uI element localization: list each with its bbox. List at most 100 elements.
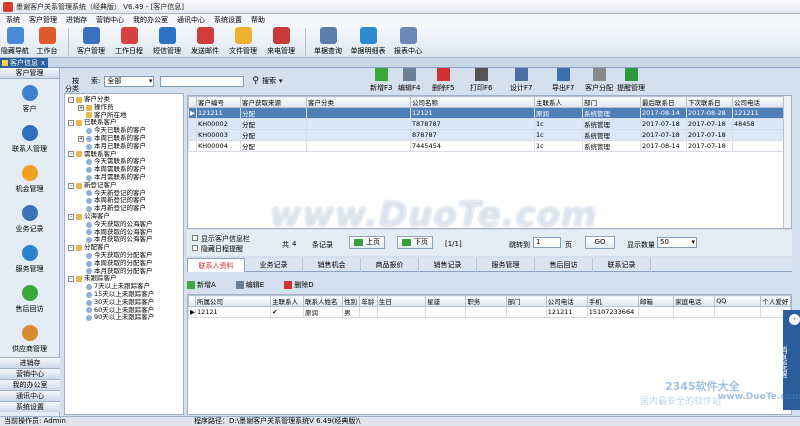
jump-page-input[interactable]: 1	[533, 237, 561, 248]
nav-item-3[interactable]: 业务记录	[0, 199, 59, 239]
search-input[interactable]	[160, 75, 245, 87]
toolbar-button-8[interactable]: 单据查询	[310, 25, 346, 58]
column-header[interactable]: 公司电话	[732, 96, 785, 108]
column-header[interactable]: 年龄	[359, 295, 378, 307]
column-header[interactable]: 最后联系日	[640, 96, 687, 108]
expand-toggle-icon[interactable]: +	[78, 135, 84, 142]
action-button-6[interactable]: 客户分配	[585, 68, 613, 93]
nav-group-0[interactable]: 进销存	[0, 357, 60, 368]
toolbar-button-4[interactable]: 短信管理	[149, 25, 185, 58]
toolbar-button-3[interactable]: 工作日程	[111, 25, 147, 58]
nav-group-3[interactable]: 通讯中心	[0, 390, 60, 401]
menu-item-5[interactable]: 通讯中心	[177, 15, 205, 25]
column-header[interactable]: 性别	[341, 295, 361, 307]
next-page-button[interactable]: 下页	[397, 236, 433, 249]
menu-item-2[interactable]: 进销存	[66, 15, 87, 25]
column-header[interactable]: QQ	[714, 295, 762, 307]
toolbar-button-0[interactable]: 隐藏导航	[0, 25, 30, 58]
column-header[interactable]: 生日	[376, 295, 427, 307]
expand-toggle-icon[interactable]: -	[68, 182, 74, 189]
column-header[interactable]: 星座	[425, 295, 467, 307]
column-header[interactable]: 部门	[582, 96, 641, 108]
expand-toggle-icon[interactable]: -	[68, 151, 74, 158]
column-header[interactable]: 主联系人	[270, 295, 304, 307]
table-row[interactable]: ▶ 121211 分配 12121 原润 系统管理 2017-08-14 2017-08-28…	[188, 107, 785, 119]
nav-item-6[interactable]: 供应商管理	[0, 319, 59, 359]
menu-item-7[interactable]: 帮助	[251, 15, 265, 25]
column-header[interactable]: 个人爱好	[760, 295, 791, 307]
search-button[interactable]: ⚲ 搜索 ▾	[252, 76, 282, 86]
table-row[interactable]: KH00002 分配 T878787 1c 系统管理 2017-07-18 2017-07-…	[188, 118, 785, 130]
detail-action-2[interactable]: 删除D	[284, 280, 323, 290]
nav-item-4[interactable]: 服务管理	[0, 239, 59, 279]
show-info-checkbox[interactable]	[192, 235, 198, 241]
column-header[interactable]: 主联系人	[534, 96, 583, 108]
toolbar-button-10[interactable]: 报表中心	[390, 25, 426, 58]
column-header[interactable]: 下次联系日	[686, 96, 733, 108]
column-header[interactable]: 职务	[465, 295, 507, 307]
close-tab-icon[interactable]: x	[41, 58, 45, 68]
expand-toggle-icon[interactable]: +	[78, 104, 84, 111]
column-header[interactable]: 手机	[586, 295, 639, 307]
detail-tab-2[interactable]: 销售机会	[303, 258, 361, 272]
go-button[interactable]: GO	[585, 236, 615, 249]
nav-group-1[interactable]: 营销中心	[0, 368, 60, 379]
expand-toggle-icon[interactable]: -	[68, 245, 74, 252]
column-header[interactable]	[188, 295, 196, 307]
toolbar-button-2[interactable]: 客户管理	[73, 25, 109, 58]
nav-item-0[interactable]: 客户	[0, 79, 59, 119]
tab-customer-info[interactable]: 客户信息 x	[0, 58, 48, 68]
column-header[interactable]: 客户分类	[306, 96, 411, 108]
tree-node[interactable]: 90天以上未跟踪客户	[68, 314, 183, 322]
column-header[interactable]: 客户编号	[196, 96, 241, 108]
detail-tab-6[interactable]: 售后回访	[535, 258, 593, 272]
nav-item-5[interactable]: 售后回访	[0, 279, 59, 319]
nav-group-2[interactable]: 我的办公室	[0, 379, 60, 390]
column-header[interactable]: 家庭电话	[673, 295, 716, 307]
nav-header[interactable]: 客户管理	[0, 68, 59, 79]
column-header[interactable]: 所属公司	[194, 295, 272, 307]
menu-item-3[interactable]: 营销中心	[96, 15, 124, 25]
detail-tab-4[interactable]: 销售记录	[419, 258, 477, 272]
menu-item-1[interactable]: 客户管理	[29, 15, 57, 25]
tree-node[interactable]: - 客户分类	[68, 95, 183, 104]
toolbar-button-9[interactable]: 单据明细表	[348, 25, 388, 58]
detail-tab-1[interactable]: 业务记录	[245, 258, 303, 272]
action-button-4[interactable]: 设计F7	[510, 68, 532, 93]
detail-tab-3[interactable]: 商品报价	[361, 258, 419, 272]
action-button-7[interactable]: 提醒管理	[617, 68, 645, 93]
toolbar-button-5[interactable]: 发送邮件	[187, 25, 223, 58]
column-header[interactable]: 公司名称	[410, 96, 535, 108]
detail-tab-7[interactable]: 联系记录	[593, 258, 651, 272]
action-button-2[interactable]: 删除F5	[432, 68, 454, 93]
nav-group-4[interactable]: 系统设置	[0, 401, 60, 412]
action-button-1[interactable]: 编辑F4	[398, 68, 420, 93]
column-header[interactable]: 联系人姓名	[303, 295, 343, 307]
table-row[interactable]: KH00004 分配 7445454 1c 系统管理 2017-08-14 2017-07-…	[188, 140, 785, 152]
expand-toggle-icon[interactable]: -	[68, 120, 74, 127]
detail-action-1[interactable]: 编辑E	[235, 280, 274, 290]
table-row[interactable]: KH00003 分配 878787 1c 系统管理 2017-07-18 2017-07-1…	[188, 129, 785, 141]
detail-tab-5[interactable]: 服务管理	[477, 258, 535, 272]
expand-toggle-icon[interactable]: -	[68, 276, 74, 283]
action-button-0[interactable]: 新增F3	[370, 68, 392, 93]
detail-action-0[interactable]: 新增A	[187, 280, 226, 290]
prev-page-button[interactable]: 上页	[349, 236, 385, 249]
table-row[interactable]: ▶ 12121 ✔ 原润男 121211 15107233664	[188, 306, 791, 318]
hide-reminder-checkbox[interactable]	[192, 245, 198, 251]
nav-item-1[interactable]: 联系人管理	[0, 119, 59, 159]
menu-item-4[interactable]: 我的办公室	[133, 15, 168, 25]
page-size-select[interactable]: 50	[657, 237, 697, 248]
column-header[interactable]: 部门	[505, 295, 547, 307]
nav-item-2[interactable]: 机会管理	[0, 159, 59, 199]
column-header[interactable]: 邮箱	[637, 295, 675, 307]
expand-toggle-icon[interactable]: -	[68, 213, 74, 220]
search-scope-select[interactable]: 全部	[104, 75, 155, 87]
column-header[interactable]: 客户获取来源	[240, 96, 307, 108]
detail-tab-0[interactable]: 联系人资料	[187, 258, 245, 272]
grid-scrollbar[interactable]	[783, 96, 791, 228]
expand-toggle-icon[interactable]: -	[68, 96, 74, 103]
toolbar-button-6[interactable]: 文件管理	[225, 25, 261, 58]
column-header[interactable]: 公司电话	[545, 295, 588, 307]
column-header[interactable]	[188, 96, 197, 108]
